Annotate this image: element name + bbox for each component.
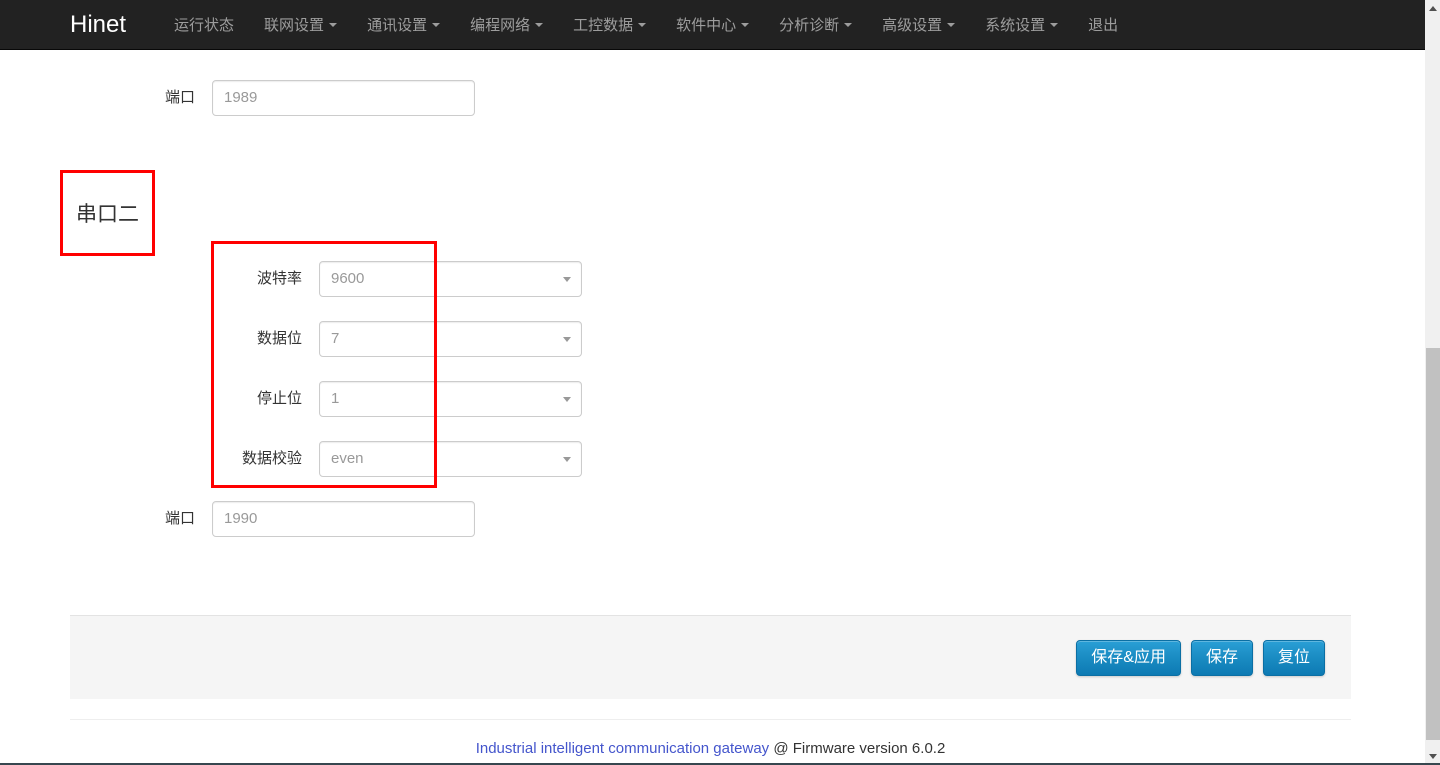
save-button[interactable]: 保存 xyxy=(1191,640,1253,676)
scroll-up-icon[interactable] xyxy=(1426,0,1440,17)
parity-select[interactable]: even xyxy=(319,441,582,477)
browser-screen: Hinet 运行状态 联网设置 通讯设置 编程网络 工控 xyxy=(0,0,1440,765)
chevron-down-icon xyxy=(638,23,646,27)
section-title-serial-two: 串口二 xyxy=(60,170,155,256)
nav-item-software-center[interactable]: 软件中心 xyxy=(661,0,764,49)
parity-label: 数据校验 xyxy=(177,441,319,477)
serial-two-port-value: 1990 xyxy=(213,502,257,536)
nav-item-label: 分析诊断 xyxy=(779,14,839,35)
nav-item-programming-network[interactable]: 编程网络 xyxy=(455,0,558,49)
serial-two-port-input[interactable]: 1990 xyxy=(212,501,475,537)
serial-one-port-label: 端口 xyxy=(70,80,212,116)
form-row-serial-two-port: 端口 1990 xyxy=(70,501,475,537)
stop-bits-label: 停止位 xyxy=(177,381,319,417)
navbar-menu: 运行状态 联网设置 通讯设置 编程网络 工控数据 xyxy=(159,0,1133,49)
form-row-data-bits: 数据位 7 xyxy=(177,321,582,357)
nav-item-industrial-data[interactable]: 工控数据 xyxy=(558,0,661,49)
nav-item-communication-settings[interactable]: 通讯设置 xyxy=(352,0,455,49)
reset-button[interactable]: 复位 xyxy=(1263,640,1325,676)
data-bits-label: 数据位 xyxy=(177,321,319,357)
brand-logo[interactable]: Hinet xyxy=(70,0,141,49)
nav-item-label: 退出 xyxy=(1088,14,1118,35)
serial-two-port-label: 端口 xyxy=(70,501,212,537)
nav-item-label: 联网设置 xyxy=(264,14,324,35)
baud-rate-select[interactable]: 9600 xyxy=(319,261,582,297)
form-row-stop-bits: 停止位 1 xyxy=(177,381,582,417)
chevron-down-icon xyxy=(563,337,571,342)
footer-link[interactable]: Industrial intelligent communication gat… xyxy=(476,740,770,757)
data-bits-select[interactable]: 7 xyxy=(319,321,582,357)
serial-one-port-input[interactable]: 1989 xyxy=(212,80,475,116)
chevron-down-icon xyxy=(844,23,852,27)
chevron-down-icon xyxy=(563,277,571,282)
form-action-panel: 保存&应用 保存 复位 xyxy=(70,615,1351,699)
vertical-scrollbar[interactable] xyxy=(1425,0,1440,765)
chevron-down-icon xyxy=(1050,23,1058,27)
baud-rate-value: 9600 xyxy=(320,262,364,296)
nav-item-label: 软件中心 xyxy=(676,14,736,35)
nav-item-label: 运行状态 xyxy=(174,14,234,35)
chevron-down-icon xyxy=(563,397,571,402)
nav-item-running-status[interactable]: 运行状态 xyxy=(159,0,249,49)
nav-item-label: 编程网络 xyxy=(470,14,530,35)
form-row-serial-one-port: 端口 1989 xyxy=(70,80,475,116)
chevron-down-icon xyxy=(741,23,749,27)
section-title-text: 串口二 xyxy=(76,198,139,228)
nav-item-system-settings[interactable]: 系统设置 xyxy=(970,0,1073,49)
nav-item-label: 工控数据 xyxy=(573,14,633,35)
footer-divider xyxy=(70,719,1351,720)
nav-item-label: 高级设置 xyxy=(882,14,942,35)
top-navbar: Hinet 运行状态 联网设置 通讯设置 编程网络 工控 xyxy=(0,0,1425,50)
stop-bits-select[interactable]: 1 xyxy=(319,381,582,417)
form-row-parity: 数据校验 even xyxy=(177,441,582,477)
scrollbar-thumb[interactable] xyxy=(1426,348,1440,740)
chevron-down-icon xyxy=(563,457,571,462)
baud-rate-label: 波特率 xyxy=(177,261,319,297)
page-viewport: Hinet 运行状态 联网设置 通讯设置 编程网络 工控 xyxy=(0,0,1425,765)
chevron-down-icon xyxy=(329,23,337,27)
footer-firmware-text: @ Firmware version 6.0.2 xyxy=(769,740,945,757)
data-bits-value: 7 xyxy=(320,322,339,356)
parity-value: even xyxy=(320,442,364,476)
chevron-down-icon xyxy=(432,23,440,27)
page-footer: Industrial intelligent communication gat… xyxy=(70,740,1351,757)
chevron-down-icon xyxy=(535,23,543,27)
nav-item-label: 通讯设置 xyxy=(367,14,427,35)
nav-item-label: 系统设置 xyxy=(985,14,1045,35)
nav-item-advanced-settings[interactable]: 高级设置 xyxy=(867,0,970,49)
chevron-down-icon xyxy=(947,23,955,27)
serial-one-port-value: 1989 xyxy=(213,81,257,115)
nav-item-logout[interactable]: 退出 xyxy=(1073,0,1133,49)
nav-item-analysis-diagnosis[interactable]: 分析诊断 xyxy=(764,0,867,49)
stop-bits-value: 1 xyxy=(320,382,339,416)
form-row-baud-rate: 波特率 9600 xyxy=(177,261,582,297)
nav-item-network-settings[interactable]: 联网设置 xyxy=(249,0,352,49)
save-and-apply-button[interactable]: 保存&应用 xyxy=(1076,640,1181,676)
